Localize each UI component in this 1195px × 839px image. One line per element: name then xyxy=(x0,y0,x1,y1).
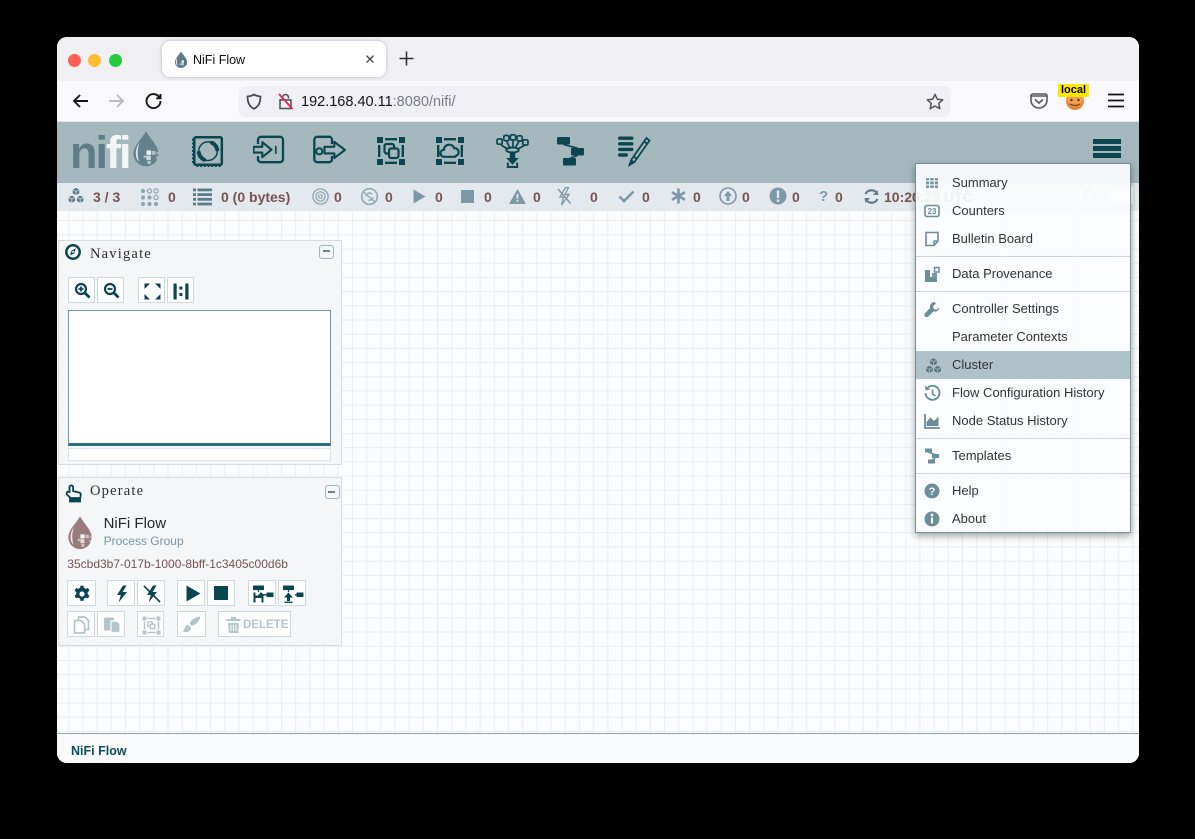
svg-text:23: 23 xyxy=(928,207,937,216)
svg-text:?: ? xyxy=(929,486,936,498)
